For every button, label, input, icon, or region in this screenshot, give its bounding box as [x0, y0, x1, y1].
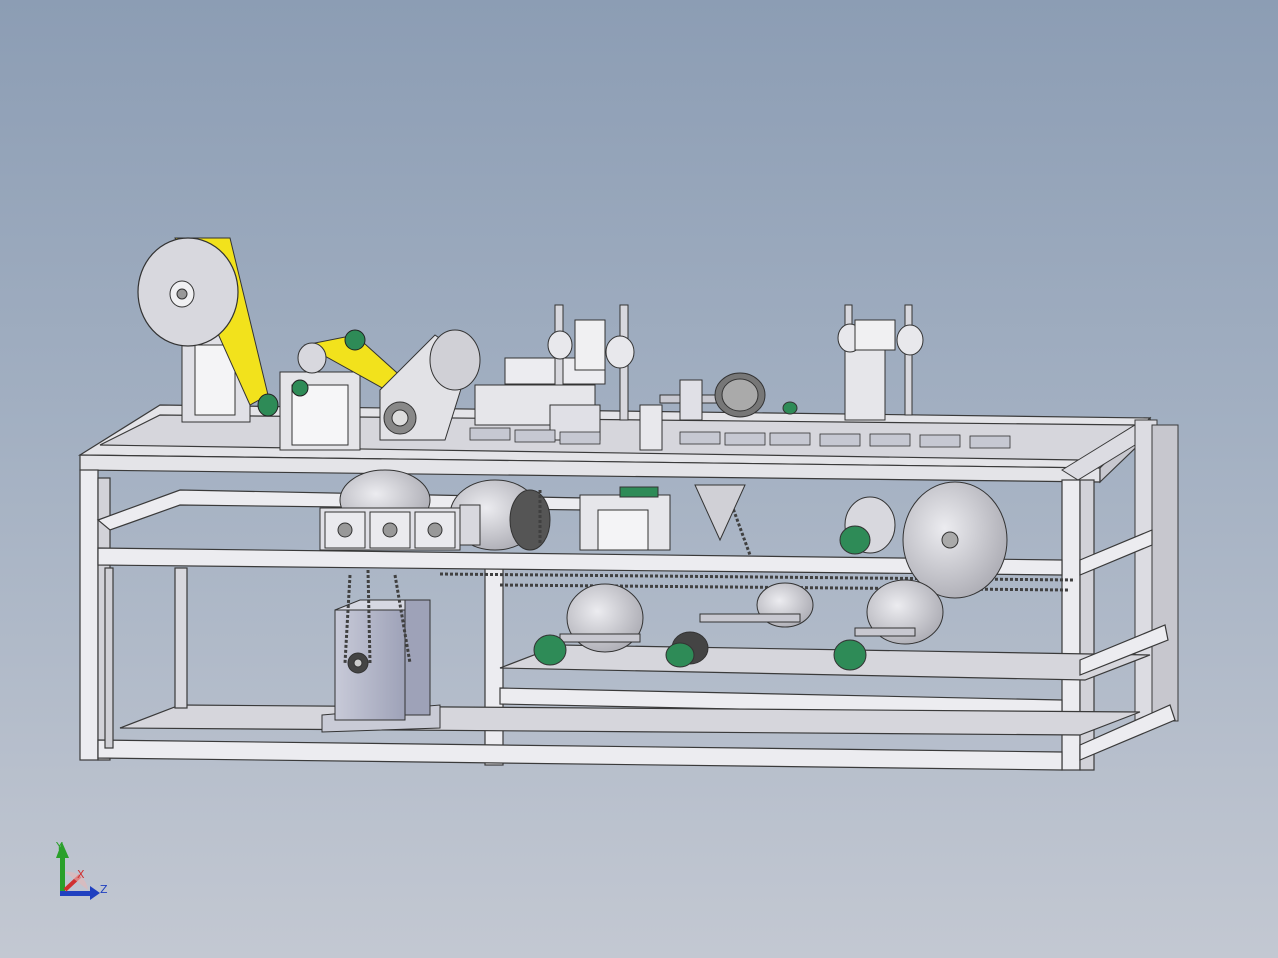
mid-bracket [579, 484, 746, 551]
bearing-block [319, 504, 481, 551]
belt-roll [137, 237, 279, 423]
press-assembly [782, 304, 924, 421]
triad-x-label: X [77, 868, 85, 881]
triad-z-axis [60, 891, 92, 896]
motor-box [321, 599, 441, 733]
large-gear [839, 481, 1008, 599]
triad-z-label: Z [100, 883, 108, 896]
triad-y-label: Y [55, 840, 63, 853]
machine-model[interactable]: Y X Z [0, 0, 1278, 958]
coordinate-triad: Y X Z [55, 840, 108, 900]
cad-viewport[interactable]: Y X Z [0, 0, 1278, 958]
cutter-assembly [379, 304, 635, 441]
